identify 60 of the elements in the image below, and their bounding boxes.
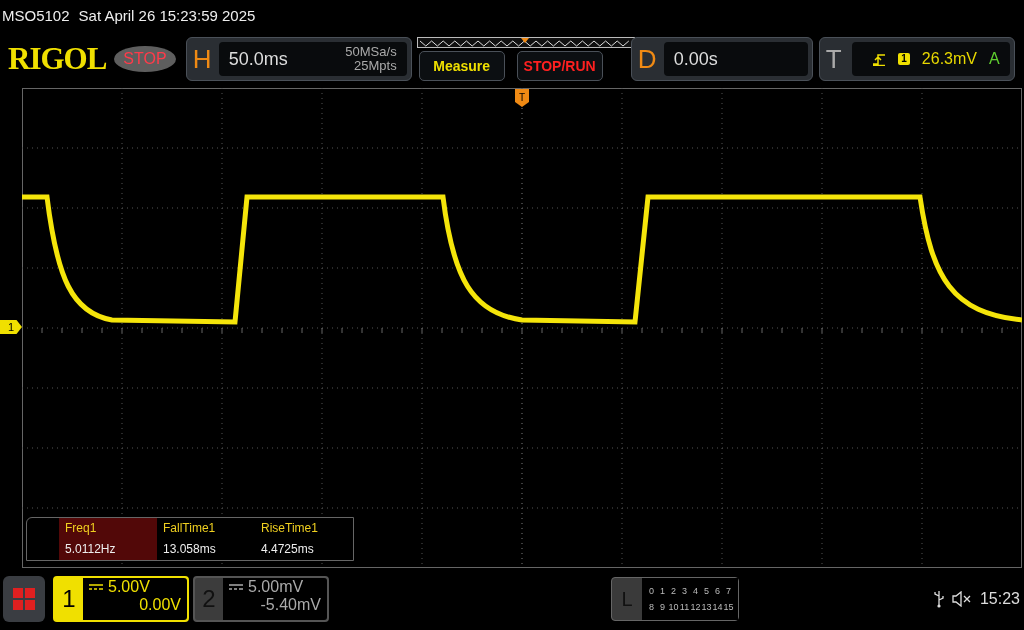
trigger-label: T — [825, 43, 843, 75]
channel-scale: 5.00V — [108, 578, 150, 596]
logic-channel-number: 8 — [648, 602, 655, 612]
measurement-item[interactable]: Freq1 5.0112Hz — [59, 518, 157, 560]
logic-channel-number: 4 — [692, 586, 699, 596]
trigger-source-badge: 1 — [898, 53, 910, 65]
channel-marker: 1 — [0, 320, 22, 334]
memory-depth: 25Mpts — [353, 59, 397, 73]
trigger-mode: A — [988, 50, 1000, 68]
stop-run-button[interactable]: STOP/RUN — [516, 51, 603, 81]
sample-rate: 50MSa/s — [345, 45, 397, 59]
logic-channel-number: 3 — [681, 586, 688, 596]
horizontal-panel[interactable]: H 50.0ms 50MSa/s 25Mpts — [185, 37, 412, 81]
channel-scale: 5.00mV — [248, 578, 304, 596]
logic-channel-number: 1 — [659, 586, 666, 596]
trigger-panel[interactable]: T 1 26.3mV A — [818, 37, 1015, 81]
dc-coupling-icon — [89, 584, 103, 590]
trigger-level: 26.3mV — [921, 50, 977, 68]
logic-channel-number: 0 — [648, 586, 655, 596]
rising-edge-icon — [872, 52, 887, 66]
measurement-name: RiseTime1 — [261, 521, 319, 535]
delay-panel[interactable]: D 0.00s — [630, 37, 813, 81]
timebase-value: 50.0ms — [228, 48, 288, 70]
delay-label: D — [637, 43, 658, 75]
menu-button[interactable] — [3, 576, 45, 622]
muted-speaker-icon — [951, 591, 972, 607]
logic-channel-number: 2 — [670, 586, 677, 596]
model-name: MSO5102 — [2, 6, 70, 24]
logic-channel-number: 6 — [714, 586, 721, 596]
measurement-value: 5.0112Hz — [65, 542, 117, 556]
channel-offset: 0.00V — [138, 596, 181, 614]
measurement-item[interactable]: FallTime1 13.058ms — [157, 518, 255, 560]
logic-channel-number: 14 — [712, 602, 723, 612]
trigger-position-marker: T — [514, 88, 530, 108]
logic-channel-number: 15 — [723, 602, 734, 612]
measurement-value: 13.058ms — [163, 542, 217, 556]
usb-icon — [933, 590, 944, 608]
brand-logo: RIGOL — [8, 41, 107, 77]
channel-panel[interactable]: 1 5.00V 0.00V — [53, 576, 189, 622]
run-state-badge: STOP — [114, 46, 176, 72]
horizontal-label: H — [192, 43, 213, 75]
logic-channel-number: 13 — [701, 602, 712, 612]
dc-coupling-icon — [229, 584, 243, 590]
logic-channel-number: 12 — [690, 602, 701, 612]
menu-icon — [13, 588, 35, 610]
measure-button[interactable]: Measure — [418, 51, 505, 81]
logic-channel-number: 10 — [668, 602, 679, 612]
logic-channel-number: 11 — [679, 602, 690, 612]
clock: 15:23 — [979, 590, 1020, 608]
measurement-item[interactable]: RiseTime1 4.4725ms — [255, 518, 353, 560]
channel-number: 1 — [61, 584, 77, 614]
logic-channel-number: 7 — [725, 586, 732, 596]
logic-channel-number: 5 — [703, 586, 710, 596]
logic-channel-number: 9 — [659, 602, 666, 612]
channel-offset: -5.40mV — [259, 596, 321, 614]
date-time: Sat April 26 15:23:59 2025 — [78, 6, 256, 24]
measurement-name: FallTime1 — [163, 521, 217, 535]
measurement-value: 4.4725ms — [261, 542, 315, 556]
delay-value: 0.00s — [673, 48, 718, 70]
measurement-name: Freq1 — [65, 521, 98, 535]
